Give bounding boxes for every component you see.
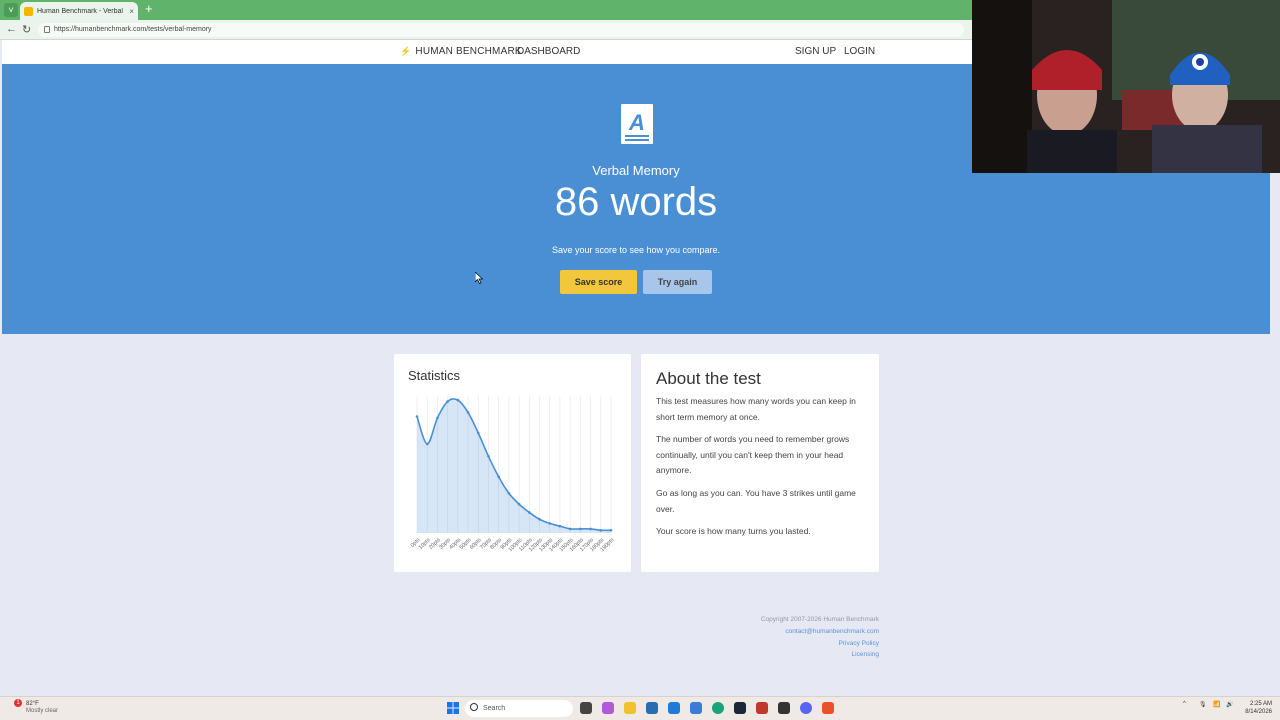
brand-label: HUMAN BENCHMARK: [415, 46, 522, 57]
mouse-cursor-icon: [475, 272, 483, 284]
back-arrow-icon[interactable]: ←: [6, 23, 17, 35]
copilot-icon[interactable]: [602, 702, 614, 714]
weather-desc: Mostly clear: [26, 708, 59, 714]
chart-area-fill: [417, 398, 611, 533]
chart-data-point: [589, 527, 592, 531]
chart-data-point: [517, 502, 521, 506]
copyright-text: Copyright 2007-2026 Human Benchmark: [760, 616, 879, 623]
chart-data-point: [425, 442, 429, 446]
weather-widget[interactable]: 82°F Mostly clear: [16, 701, 58, 715]
score-display: 86 words: [554, 180, 718, 224]
chart-data-point: [446, 400, 449, 403]
brand-link[interactable]: ⚡ HUMAN BENCHMARK: [400, 46, 522, 57]
tray-overflow-icon[interactable]: ^: [1183, 701, 1186, 707]
about-paragraph-2: The number of words you need to remember…: [656, 434, 850, 475]
edge-browser-icon[interactable]: [712, 702, 724, 714]
save-hint-text: Save your score to see how you compare.: [551, 245, 721, 255]
app-icon-red[interactable]: [756, 702, 768, 714]
chart-data-point: [599, 528, 603, 532]
site-info-icon[interactable]: [44, 26, 50, 33]
steam-icon[interactable]: [734, 702, 746, 714]
chart-data-point: [548, 522, 552, 525]
nav-dashboard-link[interactable]: DASHBOARD: [517, 46, 580, 57]
statistics-chart: 0pts10pts20pts30pts40pts50pts60pts70pts8…: [410, 396, 616, 553]
lightning-bolt-icon: ⚡: [400, 46, 412, 56]
try-again-button[interactable]: Try again: [643, 270, 712, 294]
reload-icon[interactable]: ↻: [22, 23, 31, 36]
chart-data-point: [456, 398, 460, 402]
dropbox-icon[interactable]: [668, 702, 680, 714]
url-input[interactable]: https://humanbenchmark.com/tests/verbal-…: [38, 23, 964, 37]
chart-data-point: [609, 528, 613, 532]
chart-data-point: [415, 415, 419, 418]
chart-data-point: [497, 475, 500, 479]
book-icon: A: [621, 104, 653, 144]
browser-tabbar: ˅ Human Benchmark - Verbal Mem... × +: [0, 0, 972, 20]
clock-time: 2:25 AM: [1249, 701, 1272, 707]
chart-data-point: [558, 524, 562, 528]
chart-data-point: [466, 411, 470, 414]
svg-text:A: A: [628, 110, 645, 135]
statistics-card: Statistics 0pts 10pts 20pts 30pts 40pts 50pts…: [394, 354, 631, 572]
about-card: About the test This test measures how ma…: [641, 354, 879, 572]
tab-close-icon[interactable]: ×: [129, 7, 134, 16]
chart-data-point: [568, 527, 572, 531]
app-icon-dark[interactable]: [778, 702, 790, 714]
tab-search-menu-button[interactable]: ˅: [4, 3, 18, 17]
volume-icon[interactable]: 🔊: [1226, 701, 1233, 708]
site-footer: Copyright 2007-2026 Human Benchmark cont…: [761, 614, 879, 661]
site-header: ⚡ HUMAN BENCHMARK DASHBOARD SIGN UP LOGI…: [2, 40, 972, 64]
contact-email-link[interactable]: contact@humanbenchmark.com: [761, 626, 879, 638]
microphone-icon[interactable]: 🎙: [1199, 701, 1207, 708]
licensing-link[interactable]: Licensing: [761, 649, 879, 661]
taskbar-search-input[interactable]: Search: [465, 700, 573, 717]
search-icon: [470, 703, 478, 711]
save-score-button[interactable]: Save score: [560, 270, 637, 294]
about-paragraph-1: This test measures how many words you ca…: [656, 396, 856, 422]
about-title: About the test: [656, 369, 761, 388]
os-taskbar: 1 82°F Mostly clear Search ^ 🎙 📶 🔊 2:25 …: [0, 696, 1280, 720]
file-explorer-icon[interactable]: [624, 702, 636, 714]
chart-data-point: [487, 454, 490, 458]
taskview-icon[interactable]: [580, 702, 592, 714]
webcam-video-frame: [972, 0, 1280, 173]
chart-data-point: [538, 518, 541, 521]
store-icon[interactable]: [646, 702, 658, 714]
about-paragraph-4: Your score is how many turns you lasted.: [656, 526, 811, 536]
chart-data-point: [507, 491, 511, 495]
windows-start-icon[interactable]: [447, 702, 459, 714]
webcam-overlay: [972, 0, 1280, 173]
system-clock[interactable]: 2:25 AM 8/14/2026: [1240, 700, 1272, 716]
discord-icon[interactable]: [800, 702, 812, 714]
chart-data-point: [579, 527, 582, 531]
chart-data-point: [528, 511, 531, 514]
about-paragraph-3: Go as long as you can. You have 3 strike…: [656, 488, 856, 514]
new-tab-button[interactable]: +: [145, 2, 153, 16]
brave-browser-icon[interactable]: [822, 702, 834, 714]
mail-icon[interactable]: [690, 702, 702, 714]
nav-login-link[interactable]: LOGIN: [844, 46, 875, 57]
chart-data-point: [476, 431, 480, 435]
tab-title: Human Benchmark - Verbal Mem...: [37, 7, 125, 15]
browser-addressbar: ← ↻ https://humanbenchmark.com/tests/ver…: [0, 20, 972, 40]
clock-date: 8/14/2026: [1245, 709, 1272, 715]
site-favicon-icon: [24, 6, 33, 16]
browser-tab-active[interactable]: Human Benchmark - Verbal Mem... ×: [20, 2, 138, 20]
chart-data-point: [436, 416, 439, 420]
weather-temp: 82°F: [26, 701, 39, 707]
nav-signup-link[interactable]: SIGN UP: [795, 46, 836, 57]
wifi-icon[interactable]: 📶: [1213, 701, 1220, 708]
privacy-policy-link[interactable]: Privacy Policy: [761, 638, 879, 650]
